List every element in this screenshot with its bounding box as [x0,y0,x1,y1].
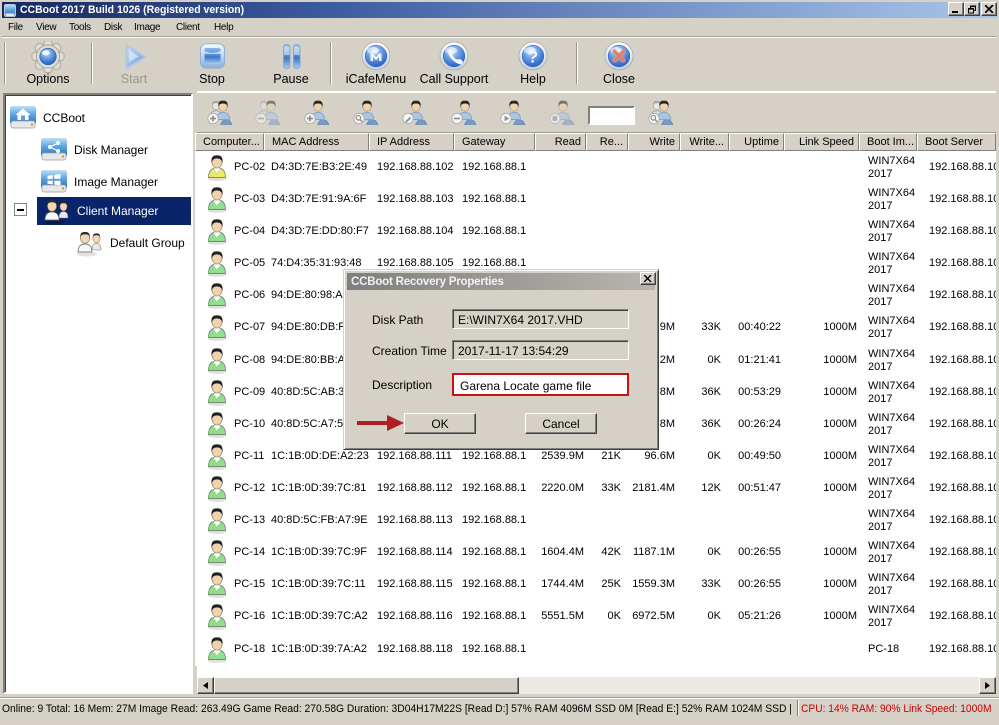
svg-text:?: ? [528,48,538,67]
